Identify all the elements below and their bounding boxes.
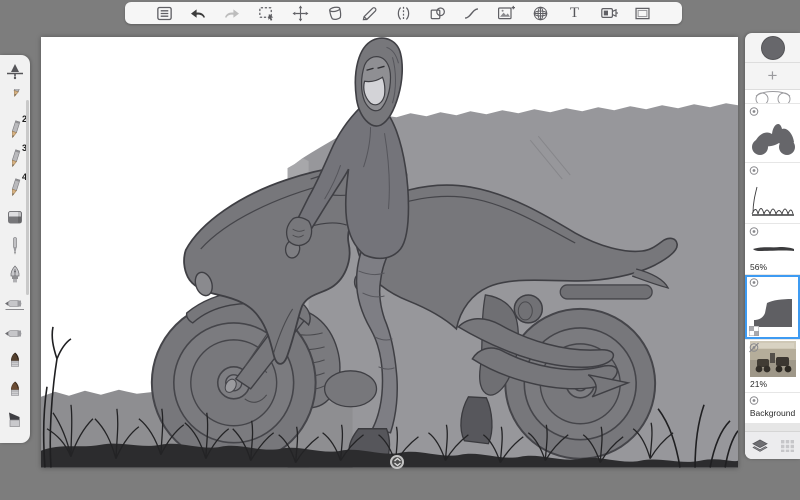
brush-paint-round-2[interactable] [1,376,29,405]
layer-ground-line[interactable]: 56% [745,224,800,274]
brush-pencil-3[interactable]: 3 [1,143,29,173]
layers-panel-footer [745,431,800,459]
import-image-button[interactable] [495,3,517,23]
perspective-sphere-icon [533,6,547,20]
gallery-grid-button[interactable] [780,439,795,452]
layer-grass-sketch[interactable] [745,163,800,223]
top-toolbar: T [125,2,682,24]
pencil-icon [362,6,377,20]
current-color-puck[interactable] [760,35,785,60]
ink-nib-icon [10,265,20,282]
layer-background[interactable]: Background [745,393,800,423]
undo-icon [191,9,206,18]
layers-panel: + 56% 21% Background [745,33,800,459]
layer-thumbnail [751,186,794,216]
layer-thumbnail [751,123,795,155]
brush-panel: 2 3 4 [0,55,30,443]
redo-icon [225,9,240,18]
eraser-icon [8,210,22,223]
add-layer-button[interactable]: + [745,63,800,90]
layer-opacity-label: 56% [750,262,768,272]
add-layer-label: + [767,66,778,85]
text-tool-icon: T [569,4,580,21]
layer-wall-shape-selected[interactable] [745,275,800,339]
layer-sketch-partial[interactable] [745,90,800,103]
perspective-button[interactable] [529,3,551,23]
layer-visibility-eye-off-icon[interactable] [747,341,761,353]
selection-icon [259,6,274,21]
curve-icon [465,7,479,19]
flat-marker-icon [5,329,22,337]
angled-shader-icon [9,412,20,427]
round-brush-icon [11,352,19,367]
layer-visibility-eye-icon[interactable] [747,164,761,176]
color-section [745,33,800,63]
fill-button[interactable] [324,3,346,23]
brush-airbrush[interactable] [1,57,29,86]
canvas-frame-button[interactable] [632,3,654,23]
brush-pencil-2[interactable]: 2 [1,114,29,144]
layer-opacity-label: 21% [750,379,768,389]
app-window: T 2 3 4 + 56% 21% Background [0,0,800,500]
round-brush-icon [11,381,19,396]
canvas-frame-icon [635,7,650,19]
pencil-tip-icon [13,88,22,97]
image-plus-icon [498,5,516,20]
shapes-button[interactable] [427,3,449,23]
curve-button[interactable] [461,3,483,23]
brush-marker-flat-1[interactable] [1,289,29,318]
grid-icon [780,440,794,452]
camera-icon [600,7,618,19]
layer-thumbnail [755,91,790,103]
transform-move-icon [292,5,309,21]
symmetry-button[interactable] [392,3,414,23]
layer-bike-silhouette[interactable] [745,104,800,162]
layer-list: 56% 21% Background [745,90,800,431]
menu-button[interactable] [153,3,175,23]
brush-angled-shader[interactable] [1,405,29,434]
selection-button[interactable] [256,3,278,23]
layer-thumbnail [753,299,792,327]
brush-pencil-4[interactable]: 4 [1,172,29,202]
layer-reference-photo-hidden[interactable]: 21% [745,340,800,392]
brush-ink-nib[interactable] [1,260,29,289]
camera-button[interactable] [598,3,620,23]
airbrush-icon [7,63,23,79]
brush-marker-flat-2[interactable] [1,318,29,347]
layer-thumbnail [752,247,794,251]
redo-button[interactable] [221,3,243,23]
symmetry-icon [397,6,410,20]
drawing-canvas[interactable] [41,37,738,468]
layer-visibility-eye-icon[interactable] [747,276,761,288]
menu-icon [156,6,172,20]
alpha-lock-icon [749,326,759,336]
chevron-updown-icon [393,457,401,467]
shapes-icon [430,6,446,19]
brush-pencil-partial[interactable] [1,86,29,115]
brush-panel-scrollbar[interactable] [26,100,29,295]
background-layer-label: Background [749,408,796,418]
layers-stack-icon [751,439,768,452]
brush-ballpoint[interactable] [1,231,29,260]
artwork-sketch [41,37,738,468]
layer-visibility-eye-icon[interactable] [747,105,761,117]
layer-visibility-eye-icon[interactable] [747,225,761,237]
undo-button[interactable] [187,3,209,23]
text-tool-button[interactable]: T [563,3,585,23]
layer-visibility-eye-icon[interactable] [747,394,761,406]
transform-button[interactable] [290,3,312,23]
layer-options-button[interactable] [751,439,769,453]
brush-tool-button[interactable] [358,3,380,23]
ballpoint-pen-icon [13,236,17,255]
canvas-expander-chevron[interactable] [390,455,404,469]
brush-eraser[interactable] [1,202,29,231]
brush-paint-round-1[interactable] [1,347,29,376]
fill-paint-can-icon [328,6,341,20]
flat-marker-icon [5,299,24,310]
